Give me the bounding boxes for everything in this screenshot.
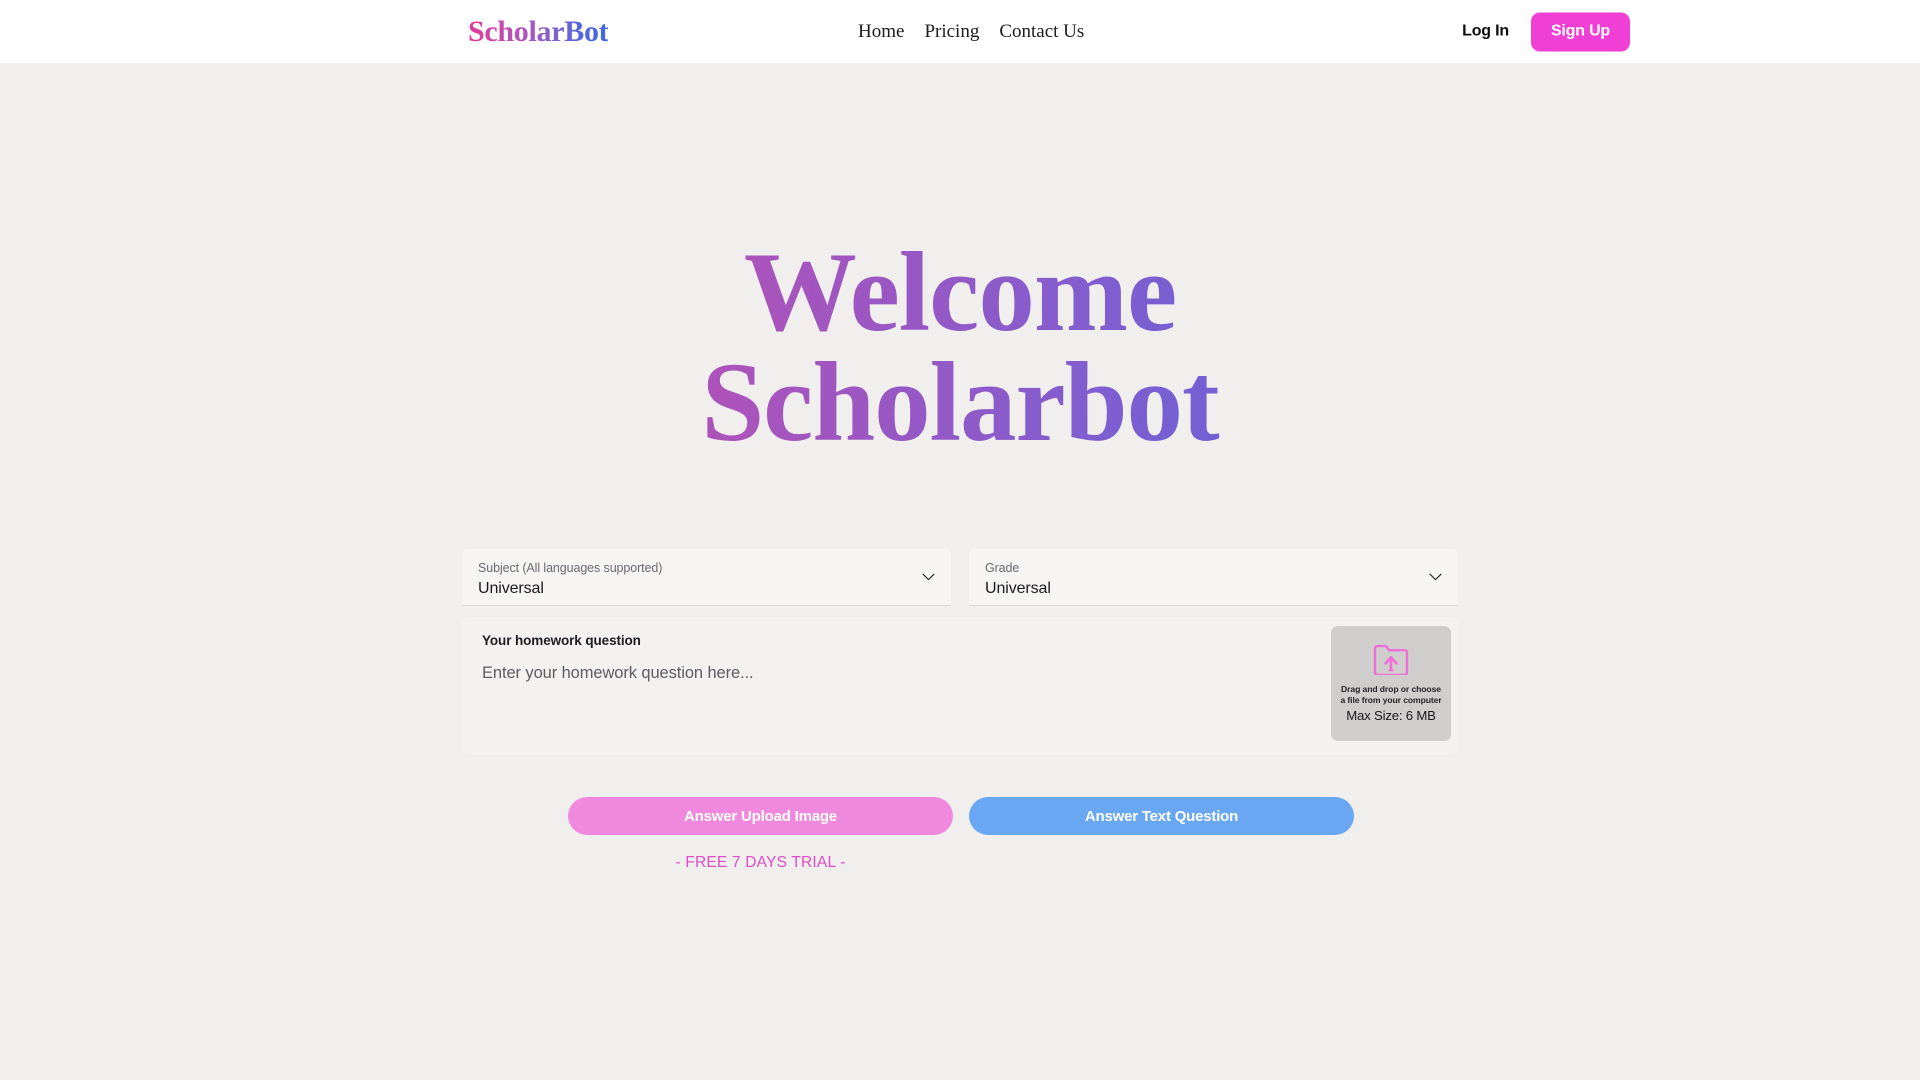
nav-item-pricing[interactable]: Pricing: [921, 19, 982, 45]
answer-upload-image-button[interactable]: Answer Upload Image: [568, 797, 953, 836]
brand-logo[interactable]: ScholarBot: [468, 15, 609, 49]
question-input[interactable]: [482, 662, 1302, 733]
dropzone-max-size: Max Size: 6 MB: [1346, 707, 1436, 723]
site-header: ScholarBot Home Pricing Contact Us Log I…: [0, 0, 1920, 63]
hero-section: Welcome Scholarbot: [0, 238, 1920, 457]
homework-form: Subject (All languages supported) Univer…: [462, 549, 1458, 756]
log-in-link[interactable]: Log In: [1462, 23, 1509, 41]
page-title-line-1: Welcome: [743, 230, 1177, 355]
dropzone-hint: Drag and drop or choose a file from your…: [1340, 684, 1442, 705]
free-trial-note: - FREE 7 DAYS TRIAL -: [675, 854, 846, 872]
action-buttons: Answer Upload Image Answer Text Question: [462, 797, 1458, 836]
page-title-line-2: Scholarbot: [701, 339, 1219, 465]
answer-text-question-button[interactable]: Answer Text Question: [969, 797, 1354, 836]
selects-row: Subject (All languages supported) Univer…: [462, 549, 1458, 607]
subject-select[interactable]: Subject (All languages supported) Univer…: [462, 549, 951, 607]
sign-up-button[interactable]: Sign Up: [1530, 12, 1630, 51]
nav-item-contact-us[interactable]: Contact Us: [996, 19, 1087, 45]
subject-select-label: Subject (All languages supported): [478, 561, 663, 576]
question-field-label: Your homework question: [482, 633, 641, 649]
trial-note-row: - FREE 7 DAYS TRIAL -: [462, 854, 1458, 872]
folder-upload-icon: [1373, 645, 1409, 676]
grade-select[interactable]: Grade Universal: [969, 549, 1458, 607]
main-nav: Home Pricing Contact Us: [855, 19, 1087, 45]
subject-select-value: Universal: [478, 579, 544, 597]
grade-select-value: Universal: [985, 579, 1051, 597]
grade-select-label: Grade: [985, 561, 1020, 576]
auth-actions: Log In Sign Up: [1462, 12, 1630, 51]
file-dropzone[interactable]: Drag and drop or choose a file from your…: [1331, 626, 1451, 742]
page-title: Welcome Scholarbot: [0, 238, 1920, 457]
question-card: Your homework question Drag and drop or …: [462, 617, 1458, 756]
nav-item-home[interactable]: Home: [855, 19, 907, 45]
